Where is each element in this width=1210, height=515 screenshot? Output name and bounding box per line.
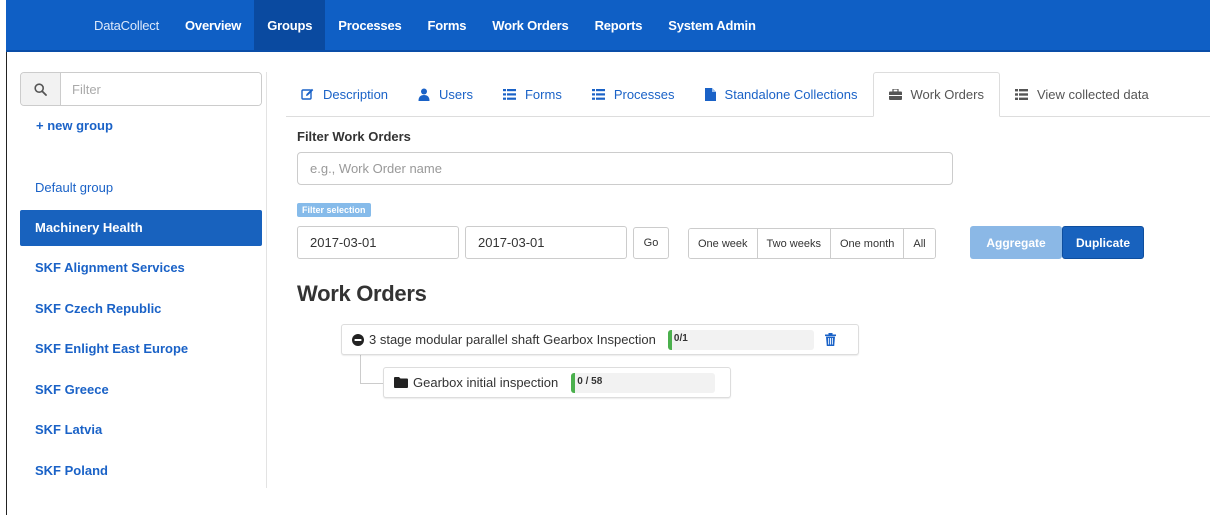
brand-link[interactable]: DataCollect	[6, 0, 172, 50]
tab-view-collected-data[interactable]: View collected data	[1000, 73, 1164, 116]
tab-users-label: Users	[439, 87, 473, 102]
work-order-name: 3 stage modular parallel shaft Gearbox I…	[369, 332, 656, 347]
nav-groups[interactable]: Groups	[254, 0, 326, 50]
progress-fill	[667, 329, 672, 350]
list-icon	[502, 89, 516, 100]
tab-standalone-label: Standalone Collections	[724, 87, 858, 102]
file-icon	[704, 88, 716, 101]
nav-reports[interactable]: Reports	[582, 0, 656, 50]
group-item-skf-greece[interactable]: SKF Greece	[20, 369, 262, 410]
group-item-skf-alignment[interactable]: SKF Alignment Services	[20, 248, 262, 289]
group-tabs: Description Users Forms Processes Standa…	[286, 72, 1210, 117]
tab-description[interactable]: Description	[286, 73, 403, 116]
range-two-weeks-button[interactable]: Two weeks	[757, 229, 831, 258]
tree-connector	[360, 355, 361, 383]
folder-icon	[394, 377, 408, 388]
go-button[interactable]: Go	[633, 227, 669, 259]
list-icon	[591, 89, 605, 100]
trash-icon[interactable]	[824, 333, 836, 346]
tab-work-orders-label: Work Orders	[910, 87, 984, 102]
work-orders-heading: Work Orders	[297, 281, 427, 306]
tab-standalone-collections[interactable]: Standalone Collections	[690, 73, 873, 116]
group-item-skf-poland[interactable]: SKF Poland	[20, 450, 262, 491]
filter-title: Filter Work Orders	[297, 129, 411, 144]
range-one-month-button[interactable]: One month	[830, 229, 905, 258]
list-view-icon	[1014, 89, 1028, 100]
duplicate-button[interactable]: Duplicate	[1062, 226, 1144, 259]
tab-processes[interactable]: Processes	[577, 73, 690, 116]
collapse-icon[interactable]	[352, 333, 364, 346]
tree-connector	[360, 383, 383, 384]
group-search	[20, 72, 262, 106]
group-search-input[interactable]	[61, 73, 261, 105]
date-to-input[interactable]	[465, 226, 627, 259]
collection-node[interactable]: Gearbox initial inspection 0 / 58	[383, 367, 731, 398]
date-range-buttons: One week Two weeks One month All	[688, 228, 936, 259]
range-one-week-button[interactable]: One week	[689, 229, 758, 258]
tab-view-data-label: View collected data	[1036, 87, 1149, 102]
tab-users[interactable]: Users	[403, 73, 488, 116]
edit-icon	[301, 88, 314, 101]
filter-selection-badge: Filter selection	[297, 203, 371, 217]
tab-forms-label: Forms	[524, 87, 562, 102]
nav-system-admin[interactable]: System Admin	[655, 0, 768, 50]
range-all-button[interactable]: All	[904, 229, 935, 258]
progress-text: 0 / 58	[577, 375, 603, 387]
group-sidebar: + new group Default group Machinery Heal…	[20, 72, 267, 488]
collection-name: Gearbox initial inspection	[413, 375, 559, 390]
tab-description-label: Description	[323, 87, 389, 102]
briefcase-icon	[888, 89, 902, 100]
nav-work-orders[interactable]: Work Orders	[479, 0, 581, 50]
group-item-default[interactable]: Default group	[20, 167, 262, 208]
new-group-link[interactable]: + new group	[36, 118, 113, 133]
top-navbar: DataCollect Overview Groups Processes Fo…	[6, 0, 1210, 52]
work-order-node[interactable]: 3 stage modular parallel shaft Gearbox I…	[341, 324, 859, 355]
progress-text: 0/1	[673, 332, 688, 344]
nav-overview[interactable]: Overview	[172, 0, 254, 50]
group-item-machinery-health[interactable]: Machinery Health	[20, 209, 262, 246]
search-icon	[21, 73, 61, 105]
aggregate-button[interactable]: Aggregate	[970, 226, 1062, 259]
date-from-input[interactable]	[297, 226, 459, 259]
group-list: Default group Machinery Health SKF Align…	[20, 167, 262, 491]
work-order-filter-input[interactable]	[297, 152, 953, 185]
collection-progress: 0 / 58	[571, 372, 716, 393]
work-order-progress: 0/1	[667, 329, 814, 350]
group-item-skf-enlight[interactable]: SKF Enlight East Europe	[20, 329, 262, 370]
nav-processes[interactable]: Processes	[325, 0, 414, 50]
nav-forms[interactable]: Forms	[415, 0, 480, 50]
tab-forms[interactable]: Forms	[488, 73, 577, 116]
tab-work-orders[interactable]: Work Orders	[872, 72, 1000, 117]
user-icon	[418, 88, 430, 101]
progress-fill	[571, 372, 576, 393]
group-item-skf-czech[interactable]: SKF Czech Republic	[20, 288, 262, 329]
tab-processes-label: Processes	[613, 87, 675, 102]
group-item-skf-latvia[interactable]: SKF Latvia	[20, 410, 262, 451]
